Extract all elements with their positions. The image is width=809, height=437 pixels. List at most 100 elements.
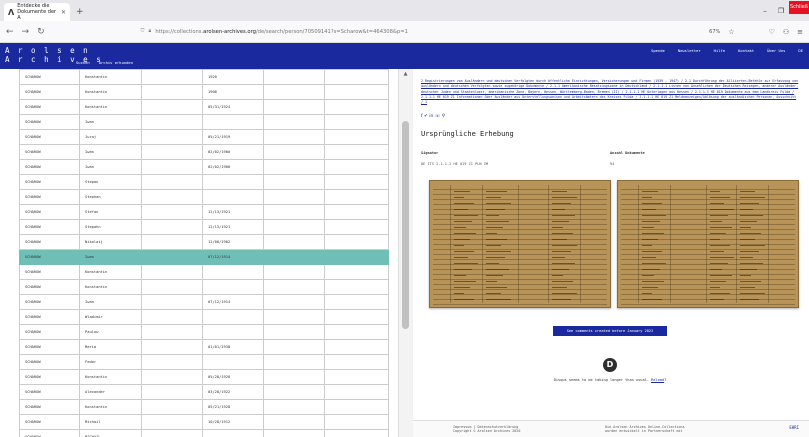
handwriting-stroke <box>552 257 565 258</box>
language-switch[interactable]: DE <box>798 48 803 53</box>
bookmark-star-icon[interactable]: ☆ <box>728 28 734 36</box>
table-row[interactable]: SCHAROW Iwan <box>19 114 389 130</box>
window-close-button[interactable]: Schließ <box>789 1 809 14</box>
table-row[interactable]: SCHAROW Paulow <box>19 324 389 340</box>
first-name-cell: Stefan <box>79 204 142 220</box>
handwriting-stroke <box>454 281 476 282</box>
disqus-reload-link[interactable]: Reload <box>651 378 664 382</box>
column-6-cell <box>324 324 389 340</box>
handwriting-stroke <box>486 287 507 288</box>
minimize-icon[interactable]: – <box>757 7 773 15</box>
column-3-cell <box>141 399 203 415</box>
tab-close-icon[interactable]: ✕ <box>61 9 66 16</box>
handwriting-stroke <box>486 257 505 258</box>
column-5-cell <box>263 189 325 205</box>
table-row[interactable]: SCHAROW Stepan <box>19 174 389 190</box>
table-row[interactable]: SCHAROW Nikolaij 12/08/1902 <box>19 234 389 250</box>
nav-explore-archive[interactable]: Archiv erkunden <box>99 60 133 65</box>
column-6-cell <box>324 69 389 85</box>
column-3-cell <box>141 369 203 385</box>
table-row[interactable]: SCHAROW Alexander 03/28/1922 <box>19 384 389 400</box>
column-6-cell <box>324 249 389 265</box>
handwriting-stroke <box>642 263 666 264</box>
menu-icon[interactable]: ≡ <box>797 28 803 36</box>
table-row[interactable]: SCHAROW Konstantin 05/31/1924 <box>19 99 389 115</box>
column-3-cell <box>141 69 203 85</box>
scroll-up-icon[interactable]: ▲ <box>399 71 412 77</box>
nav-newsletter[interactable]: Newsletter <box>678 48 701 53</box>
browser-tab[interactable]: Λ Entdecke die Dokumente der A ✕ <box>4 3 70 21</box>
table-row[interactable]: SCHAROW Iwan 02/02/1900 <box>19 159 389 175</box>
column-3-cell <box>141 309 203 325</box>
handwriting-stroke <box>710 239 720 240</box>
handwriting-stroke <box>486 191 507 192</box>
back-icon[interactable]: ← <box>6 27 14 37</box>
table-row[interactable]: SCHAROW Stephan <box>19 189 389 205</box>
main-content: SCHAROW Konstantin 1920 SCHAROW Konstantin 19… <box>0 69 809 437</box>
logo-line-1: A r o l s e n <box>5 46 90 55</box>
zoom-level[interactable]: 67% <box>709 29 720 35</box>
reload-icon[interactable]: ↻ <box>37 27 45 37</box>
handwriting-stroke <box>552 287 567 288</box>
table-row[interactable]: SCHAROW Maria 01/01/1930 <box>19 339 389 355</box>
column-5-cell <box>263 249 325 265</box>
table-row[interactable]: SCHAROW Wladimir <box>19 309 389 325</box>
nav-donate[interactable]: Spende <box>651 48 665 53</box>
nav-search[interactable]: Suchen <box>76 60 90 65</box>
site-footer: Impressum | Datenschutzerklärung Copyrig… <box>413 420 809 437</box>
forward-icon[interactable]: → <box>22 27 30 37</box>
pocket-icon[interactable]: ♡ <box>769 28 775 36</box>
column-3-cell <box>141 339 203 355</box>
column-3-cell <box>141 354 203 370</box>
table-row[interactable]: SCHAROW Konstantin 1920 <box>19 69 389 85</box>
table-row[interactable]: SCHAROW Konstantin 05/28/1928 <box>19 369 389 385</box>
signatur-value: DE ITS 2.1.1.2 HE 019 Z1 PLN ZM <box>421 162 489 166</box>
new-tab-icon[interactable]: + <box>76 7 84 17</box>
nav-contact[interactable]: Kontakt <box>738 48 754 53</box>
handwriting-stroke <box>710 257 734 258</box>
last-name-cell: SCHAROW <box>19 99 80 115</box>
table-row[interactable]: SCHAROW Konstantin 1908 <box>19 84 389 100</box>
table-row[interactable]: SCHAROW Stefan 12/13/1921 <box>19 204 389 220</box>
old-comments-button[interactable]: See comments created before January 2022 <box>552 326 668 336</box>
share-icons[interactable]: f ✔ in ☏ ⚲ <box>421 114 799 119</box>
ehri-logo[interactable]: EHRI <box>789 425 799 430</box>
last-name-cell: SCHAROW <box>19 69 80 85</box>
account-icon[interactable]: ⚇ <box>783 28 789 36</box>
table-row[interactable]: SCHAROW Konstantin <box>19 279 389 295</box>
handwriting-stroke <box>740 227 751 228</box>
maximize-icon[interactable]: ❐ <box>773 7 789 15</box>
handwriting-stroke <box>454 203 474 204</box>
first-name-cell: Konstantin <box>79 399 142 415</box>
archive-breadcrumb[interactable]: 2 Registrierungen von Ausländern und deu… <box>421 79 799 112</box>
table-row[interactable]: SCHAROW MICHAIL <box>19 429 389 437</box>
table-row[interactable]: SCHAROW Stepahn 12/13/1921 <box>19 219 389 235</box>
document-scan-2[interactable] <box>617 180 799 308</box>
table-row[interactable]: SCHAROW Iwan 07/12/1914 <box>19 294 389 310</box>
table-row[interactable]: SCHAROW Fedor <box>19 354 389 370</box>
table-row[interactable]: SCHAROW Konstantin <box>19 264 389 280</box>
column-5-cell <box>263 354 325 370</box>
handwriting-stroke <box>552 251 571 252</box>
column-5-cell <box>263 369 325 385</box>
table-row[interactable]: SCHAROW Iwan 02/02/1900 <box>19 144 389 160</box>
column-3-cell <box>141 294 203 310</box>
column-5-cell <box>263 114 325 130</box>
column-3-cell <box>141 279 203 295</box>
document-scan-1[interactable] <box>429 180 611 308</box>
address-bar[interactable]: ⛉ 🔒︎ https://collections.arolsen-archive… <box>141 28 702 35</box>
column-3-cell <box>141 234 203 250</box>
nav-about[interactable]: Über Uns <box>767 48 785 53</box>
column-5-cell <box>263 264 325 280</box>
nav-help[interactable]: Hilfe <box>714 48 725 53</box>
table-row[interactable]: SCHAROW Michail 10/28/1912 <box>19 414 389 430</box>
scrollbar-thumb[interactable] <box>402 121 409 329</box>
results-scrollbar[interactable]: ▲ <box>398 69 412 437</box>
handwriting-stroke <box>552 239 567 240</box>
table-row[interactable]: SCHAROW Juraj 05/21/1919 <box>19 129 389 145</box>
first-name-cell: Iwan <box>79 144 142 160</box>
table-row[interactable]: SCHAROW Konstantin 05/21/1928 <box>19 399 389 415</box>
table-row[interactable]: SCHAROW Iwan 07/12/1914 <box>19 249 389 265</box>
birth-date-cell <box>202 324 264 340</box>
first-name-cell: Konstantin <box>79 69 142 85</box>
